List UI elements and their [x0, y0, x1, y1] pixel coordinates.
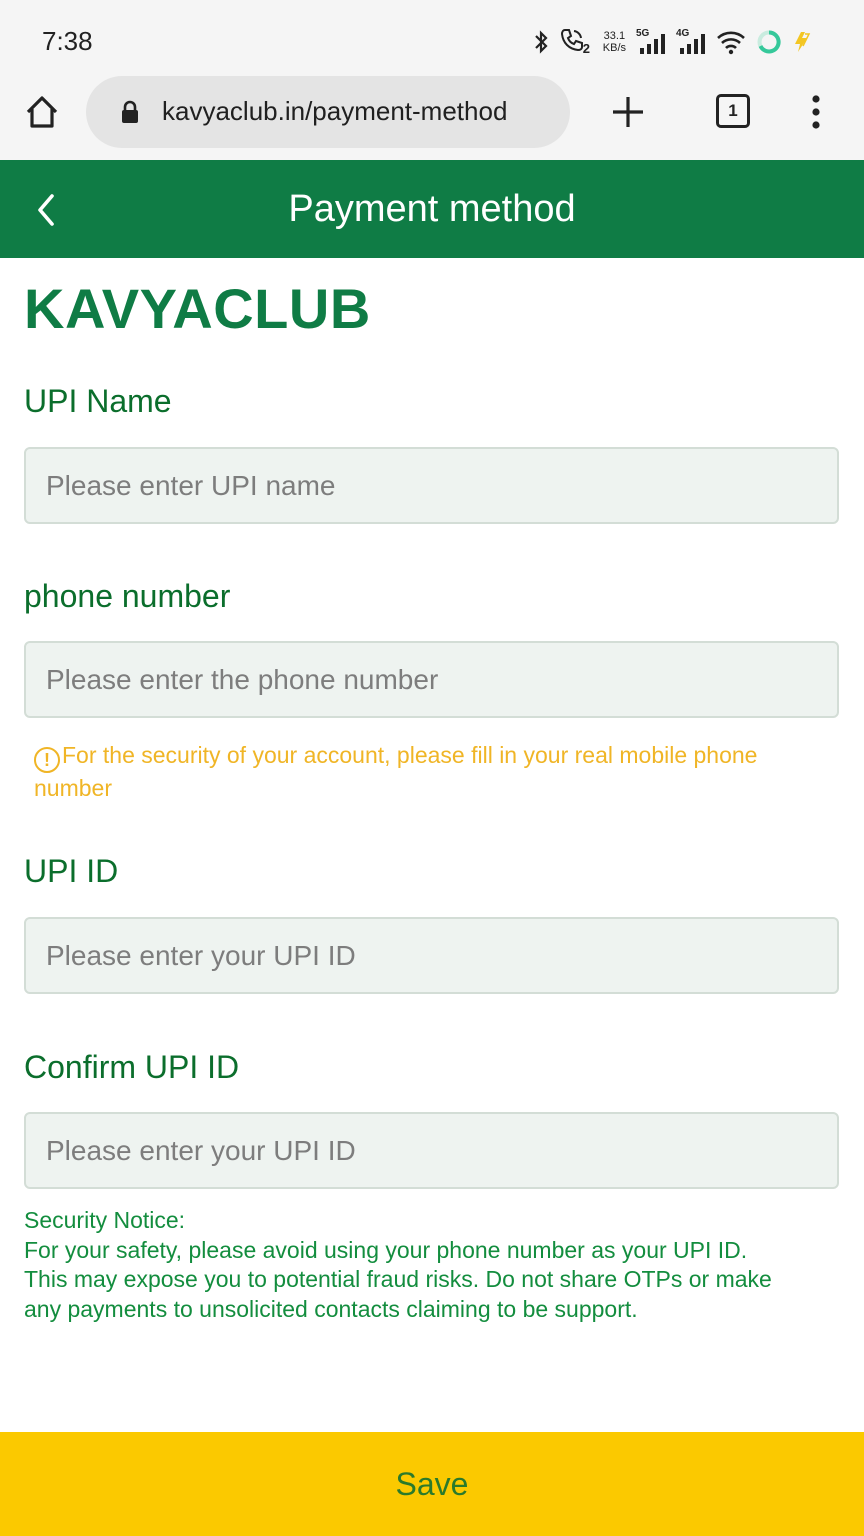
upi-id-label: UPI ID — [24, 853, 119, 889]
signal-5g-icon: 5G — [636, 28, 666, 56]
page-title: Payment method — [288, 188, 576, 230]
sim-index: 2 — [582, 41, 590, 56]
new-tab-button[interactable] — [610, 94, 646, 130]
network-speed: 33.1 KB/s — [603, 30, 626, 54]
brand-logo-text: KAVYACLUB — [24, 277, 371, 340]
confirm-upi-id-label: Confirm UPI ID — [24, 1049, 240, 1085]
url-text: kavyaclub.in/payment-method — [162, 96, 508, 126]
home-icon — [26, 96, 58, 128]
home-button[interactable] — [22, 92, 62, 132]
phone-warning-text: For the security of your account, please… — [34, 742, 758, 801]
security-notice-title: Security Notice: — [24, 1207, 186, 1233]
app-header: Payment method — [0, 160, 864, 258]
browser-menu-button[interactable] — [806, 94, 826, 130]
browser-toolbar: kavyaclub.in/payment-method 1 — [0, 76, 864, 160]
more-vertical-icon — [812, 95, 820, 129]
warning-icon: ! — [34, 747, 60, 773]
signal-4g-icon: 4G — [676, 28, 706, 56]
plus-icon — [613, 97, 643, 127]
lock-icon — [122, 100, 138, 123]
net2-label: 4G — [676, 28, 690, 39]
phone-number-input[interactable] — [24, 641, 839, 718]
upi-id-input[interactable] — [24, 917, 839, 994]
address-bar[interactable]: kavyaclub.in/payment-method — [86, 76, 570, 148]
tab-switcher-button[interactable]: 1 — [716, 94, 750, 128]
speed-value: 33.1 — [603, 30, 626, 42]
status-time: 7:38 — [42, 26, 93, 56]
bluetooth-icon — [534, 30, 548, 54]
call-icon: 2 — [559, 27, 593, 57]
phone-warning: ! For the security of your account, pleas… — [34, 740, 794, 804]
status-bar: 7:38 2 33.1 KB/s 5G 4G — [0, 0, 864, 76]
upi-name-input[interactable] — [24, 447, 839, 524]
confirm-upi-id-input[interactable] — [24, 1112, 839, 1189]
battery-ring-icon — [757, 30, 781, 54]
security-notice-body: For your safety, please avoid using your… — [24, 1236, 772, 1322]
security-notice: Security Notice: For your safety, please… — [24, 1206, 784, 1324]
charging-icon — [795, 32, 811, 52]
status-icons: 2 33.1 KB/s 5G 4G — [533, 24, 812, 60]
phone-number-label: phone number — [24, 578, 231, 614]
save-button[interactable]: Save — [0, 1432, 864, 1536]
net1-label: 5G — [636, 28, 650, 39]
upi-name-label: UPI Name — [24, 383, 172, 419]
wifi-icon — [717, 31, 745, 55]
speed-unit: KB/s — [602, 42, 626, 54]
